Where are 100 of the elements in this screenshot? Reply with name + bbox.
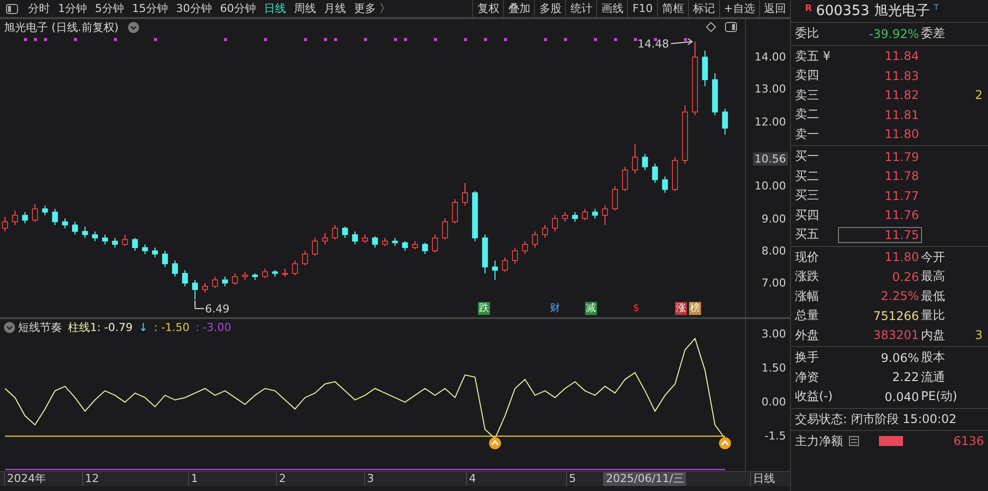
candlestick: [102, 234, 108, 245]
period-tab[interactable]: 60分钟: [216, 1, 260, 16]
period-tab[interactable]: 5分钟: [91, 1, 128, 16]
period-tab[interactable]: 30分钟: [172, 1, 216, 16]
quote-value: 383201: [872, 328, 920, 342]
toolbar-button[interactable]: 叠加: [503, 0, 534, 17]
candlestick: [322, 232, 328, 245]
event-tag[interactable]: 减: [585, 302, 597, 315]
price-axis-label: 13.00: [754, 82, 787, 96]
pointer-arrow: [194, 300, 204, 310]
candlestick: [172, 260, 178, 278]
market-flag-label: R: [805, 4, 812, 14]
candlestick: [662, 176, 668, 194]
quote-value: 11.84: [884, 49, 920, 64]
candlestick: [332, 224, 338, 240]
quote-label: 净资: [795, 368, 820, 386]
quote-value: 2.22: [891, 370, 920, 384]
quote-value: 0.26: [891, 270, 920, 284]
quote-label: 涨跌: [795, 268, 820, 286]
period-tab[interactable]: 15分钟: [128, 1, 172, 16]
quote-value: 9.06%: [880, 350, 920, 365]
candlestick: [602, 205, 608, 226]
event-tag[interactable]: 财: [549, 302, 561, 315]
quote-label: 卖三: [795, 86, 820, 104]
quote-label: 最高: [921, 268, 946, 286]
candlestick: [302, 250, 308, 266]
quote-value: 11.81: [884, 108, 920, 122]
price-axis-label: 8.00: [760, 244, 787, 258]
legend-value: ↓: [138, 321, 148, 334]
value-axis-label: 0.00: [760, 396, 787, 409]
candlestick: [512, 247, 518, 264]
candlestick: [52, 208, 58, 226]
candlestick: [162, 250, 168, 268]
quote-label: 涨幅: [795, 288, 820, 305]
toolbar-button[interactable]: 画线: [596, 0, 628, 17]
quote-label: 换手: [795, 349, 820, 366]
diamond-icon[interactable]: [706, 22, 716, 32]
period-tab[interactable]: 分时: [24, 1, 54, 16]
quote-label: 买一: [795, 148, 820, 166]
toolbar-button[interactable]: 返回: [759, 0, 790, 17]
candlestick: [112, 237, 118, 248]
quote-label: 卖一: [795, 126, 820, 143]
event-tag[interactable]: 跌: [478, 302, 490, 315]
panel-toggle-icon[interactable]: [6, 4, 18, 14]
candlestick: [402, 240, 408, 252]
candlestick: [312, 237, 318, 256]
pointer-arrow: [670, 38, 693, 46]
list-icon[interactable]: [849, 436, 859, 446]
candlestick: [182, 270, 188, 287]
quote-label: 主力净额: [795, 432, 843, 450]
chevron-down-icon[interactable]: [4, 322, 15, 333]
candlestick: [292, 260, 298, 276]
toolbar-button[interactable]: F10: [627, 0, 657, 17]
candlestick: [132, 237, 138, 252]
toolbar-button[interactable]: 标记: [688, 0, 719, 17]
quote-label: 总量: [795, 307, 820, 324]
period-tab[interactable]: 日线: [260, 1, 290, 16]
candlestick: [142, 244, 148, 255]
quote-label: 最低: [921, 288, 946, 305]
price-annotation: 14.48: [638, 37, 669, 50]
quote-value: 6136: [953, 434, 984, 448]
toolbar-button[interactable]: 复权: [472, 0, 504, 17]
quote-value: 751266: [872, 308, 920, 323]
candlestick: [212, 276, 218, 288]
flag-label: T: [934, 3, 939, 12]
time-axis-label: 2: [276, 472, 288, 486]
event-tag[interactable]: $: [632, 302, 640, 315]
value-axis-label: 3.00: [760, 327, 787, 340]
candlestick: [352, 230, 358, 245]
price-axis-label: 7.00: [760, 276, 787, 290]
toolbar-button[interactable]: 统计: [565, 0, 596, 17]
quote-label: 买二: [795, 168, 820, 185]
event-tag[interactable]: 涨: [675, 302, 687, 315]
candlestick: [452, 198, 458, 224]
candlestick: [232, 272, 238, 286]
legend-value: : -0.79: [97, 321, 133, 334]
quote-value: 11.76: [884, 208, 920, 222]
candlestick: [92, 230, 98, 242]
value-axis-label: 1.50: [760, 362, 787, 375]
period-tab[interactable]: 周线: [290, 1, 320, 16]
period-tab[interactable]: 1分钟: [54, 1, 91, 16]
price-axis-label: 12.00: [754, 115, 787, 128]
candlestick: [22, 212, 28, 224]
candlestick: [462, 182, 468, 206]
toolbar-button[interactable]: 多股: [534, 0, 566, 17]
time-axis-label: 2025/06/11/三: [603, 472, 686, 486]
toolbar-button[interactable]: 简框: [656, 0, 688, 17]
quote-value: 11.80: [884, 127, 920, 142]
candlestick: [32, 204, 38, 222]
candlestick: [492, 260, 498, 280]
trading-status: 交易状态: 闭市阶段 15:00:02: [791, 408, 988, 430]
chevron-down-icon[interactable]: [128, 22, 139, 33]
candlestick: [12, 210, 18, 226]
period-tab[interactable]: 月线: [320, 1, 350, 16]
period-tab[interactable]: 更多 〉: [350, 1, 394, 16]
quote-value: -39.92%: [868, 26, 920, 41]
panel-toggle-icon[interactable]: [725, 22, 737, 32]
toolbar-button[interactable]: +自选: [718, 0, 759, 17]
stock-title: 600353 旭光电子: [816, 2, 930, 20]
quote-value: 11.82: [884, 88, 920, 102]
